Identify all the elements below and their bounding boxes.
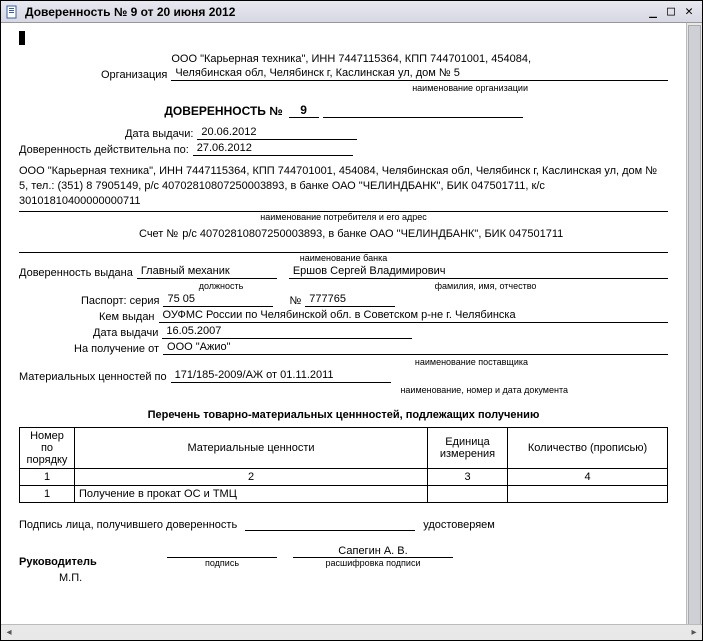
receipt-label: На получение от bbox=[74, 343, 163, 355]
sig-confirm: удостоверяем bbox=[423, 519, 495, 531]
table-header-row: Номер по порядку Материальные ценности Е… bbox=[20, 427, 668, 468]
vertical-scrollbar[interactable] bbox=[686, 23, 702, 624]
col-num: Номер по порядку bbox=[20, 427, 75, 468]
issued-by: ОУФМС России по Челябинской обл. в Совет… bbox=[159, 309, 668, 323]
text-cursor bbox=[19, 31, 25, 45]
issued-to-label: Доверенность выдана bbox=[19, 267, 137, 279]
stamp: М.П. bbox=[19, 572, 668, 584]
minimize-button[interactable]: _ bbox=[644, 4, 662, 20]
row-num: 1 bbox=[20, 485, 75, 502]
org-sub: наименование организации bbox=[19, 83, 668, 93]
org-line2: Челябинская обл, Челябинск г, Каслинская… bbox=[171, 67, 668, 81]
valid-until-label: Доверенность действительна по: bbox=[19, 144, 193, 156]
passport-series-label: Паспорт: серия bbox=[81, 295, 163, 307]
table-title: Перечень товарно-материальных ценнностей… bbox=[19, 409, 668, 421]
basis-label: Материальных ценностей по bbox=[19, 371, 171, 383]
passport-num-label: № bbox=[273, 295, 305, 307]
horizontal-scrollbar[interactable]: ◂ ▸ bbox=[1, 624, 702, 640]
passport-date-label: Дата выдачи bbox=[93, 327, 162, 339]
col-qty: Количество (прописью) bbox=[508, 427, 668, 468]
document-window: Доверенность № 9 от 20 июня 2012 _ □ ✕ О… bbox=[0, 0, 703, 641]
valid-until: 27.06.2012 bbox=[193, 142, 353, 156]
consumer-block: ООО "Карьерная техника", ИНН 7447115364,… bbox=[19, 164, 668, 212]
fio-sub: фамилия, имя, отчество bbox=[303, 281, 668, 291]
account-label: Счет № bbox=[139, 228, 182, 240]
basis-sub: наименование, номер и дата документа bbox=[19, 385, 668, 395]
director-label: Руководитель bbox=[19, 556, 119, 568]
sig-receiver-label: Подпись лица, получившего доверенность bbox=[19, 519, 237, 531]
issued-by-label: Кем выдан bbox=[99, 311, 159, 323]
passport-num: 777765 bbox=[305, 293, 395, 307]
doc-number: 9 bbox=[289, 103, 319, 118]
receipt-value: ООО "Ажио" bbox=[163, 341, 668, 355]
position: Главный механик bbox=[137, 265, 277, 279]
col-goods: Материальные ценности bbox=[75, 427, 428, 468]
director-name: Сапегин А. В. bbox=[293, 545, 453, 558]
org-label: Организация bbox=[101, 69, 171, 81]
consumer-sub: наименование потребителя и его адрес bbox=[19, 212, 668, 222]
row-unit bbox=[428, 485, 508, 502]
table-colnum-row: 1 2 3 4 bbox=[20, 468, 668, 485]
window-title: Доверенность № 9 от 20 июня 2012 bbox=[25, 5, 235, 19]
director-sign-sub: подпись bbox=[205, 558, 239, 568]
doc-title-text: ДОВЕРЕННОСТЬ № bbox=[164, 104, 282, 118]
issue-date-label: Дата выдачи: bbox=[125, 128, 197, 140]
account-value: р/с 40702810807250003893, в банке ОАО "Ч… bbox=[182, 228, 563, 240]
receipt-sub: наименование поставщика bbox=[19, 357, 668, 367]
close-button[interactable]: ✕ bbox=[680, 4, 698, 20]
scroll-right-icon[interactable]: ▸ bbox=[686, 625, 702, 640]
sig-receiver-slot bbox=[245, 530, 415, 531]
position-sub: должность bbox=[151, 281, 291, 291]
table-row: 1 Получение в прокат ОС и ТМЦ bbox=[20, 485, 668, 502]
titlebar[interactable]: Доверенность № 9 от 20 июня 2012 _ □ ✕ bbox=[1, 1, 702, 23]
doc-title-underline bbox=[323, 104, 523, 118]
maximize-button[interactable]: □ bbox=[662, 4, 680, 20]
passport-date: 16.05.2007 bbox=[162, 325, 412, 339]
col-unit: Единица измерения bbox=[428, 427, 508, 468]
fio: Ершов Сергей Владимирович bbox=[289, 265, 668, 279]
row-goods: Получение в прокат ОС и ТМЦ bbox=[75, 485, 428, 502]
document-canvas: Организация ООО "Карьерная техника", ИНН… bbox=[1, 23, 686, 624]
director-name-sub: расшифровка подписи bbox=[326, 558, 421, 568]
org-line1: ООО "Карьерная техника", ИНН 7447115364,… bbox=[171, 53, 531, 65]
scroll-left-icon[interactable]: ◂ bbox=[1, 625, 17, 640]
account-sub: наименование банка bbox=[19, 253, 668, 263]
passport-series: 75 05 bbox=[163, 293, 273, 307]
app-icon bbox=[5, 4, 21, 20]
issue-date: 20.06.2012 bbox=[197, 126, 357, 140]
row-qty bbox=[508, 485, 668, 502]
goods-table: Номер по порядку Материальные ценности Е… bbox=[19, 427, 668, 503]
scrollbar-thumb[interactable] bbox=[688, 25, 701, 624]
basis-value: 171/185-2009/АЖ от 01.11.2011 bbox=[171, 369, 391, 383]
